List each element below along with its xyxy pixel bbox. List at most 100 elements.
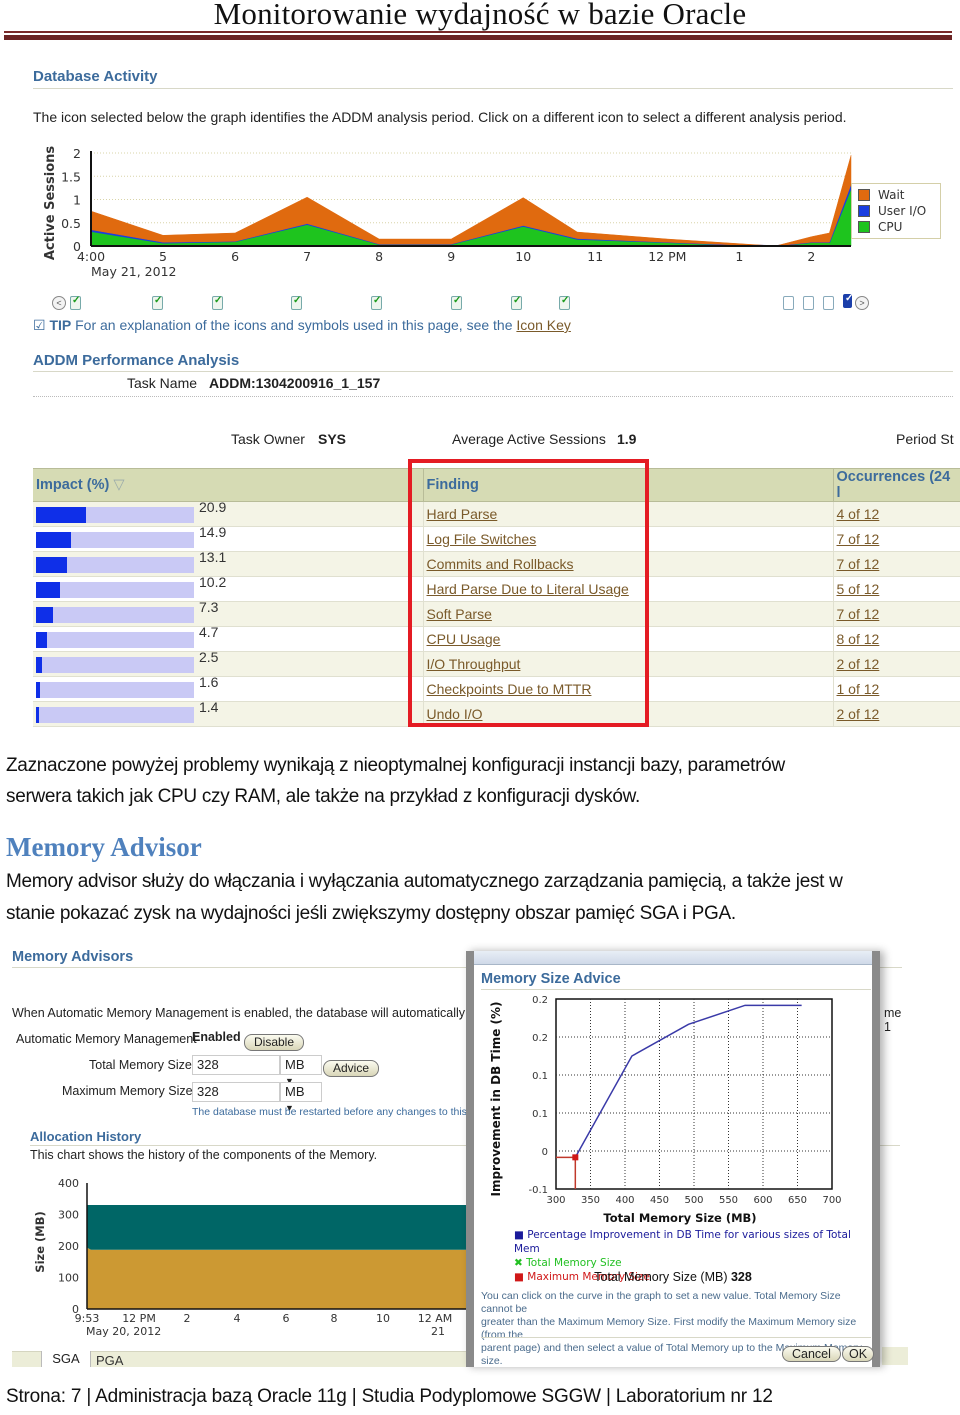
page-footer: Strona: 7 | Administracja bazą Oracle 11… [6, 1386, 773, 1407]
addm-period-icon[interactable] [511, 295, 522, 310]
addm-period-icon[interactable] [451, 295, 462, 310]
impact-bar [36, 606, 194, 623]
next-period-icon[interactable]: > [855, 296, 869, 310]
tab-pga[interactable]: PGA [96, 1353, 123, 1367]
x-tick-label: 2 [807, 249, 815, 264]
impact-bar-fill [36, 681, 40, 698]
chart-legend: Wait User I/O CPU [851, 183, 941, 239]
tab-sga[interactable]: SGA [41, 1351, 91, 1367]
memory-size-advice-heading: Memory Size Advice [481, 971, 621, 987]
memory-size-advice-chart[interactable]: 300 350 400 450 500 550 600 650 700 -0.1 0 0.1 0.1 0.… [474, 989, 872, 1239]
addm-period-icon[interactable] [291, 295, 302, 310]
disable-button[interactable]: Disable [244, 1034, 305, 1051]
impact-column-header[interactable]: Impact (%) ▽ [33, 468, 423, 502]
current-point-marker[interactable] [572, 1154, 579, 1161]
tip-line: ☑ TIP For an explanation of the icons an… [33, 317, 571, 334]
total-memory-unit-select[interactable]: MB ▼ [280, 1055, 322, 1086]
x-tick-label: 550 [719, 1195, 738, 1206]
y-tick-label: 2 [73, 146, 81, 161]
previous-period-icon[interactable]: < [52, 296, 66, 310]
occurrences-link[interactable]: 8 of 12 [837, 631, 880, 647]
y-tick-label: 1 [73, 193, 81, 208]
occurrences-link[interactable]: 7 of 12 [837, 606, 880, 622]
amm-intro: When Automatic Memory Management is enab… [12, 1006, 486, 1020]
x-tick-label: 9:53 [75, 1312, 100, 1325]
tip-text: For an explanation of the icons and symb… [75, 317, 513, 333]
amm-label: Automatic Memory Management [16, 1032, 197, 1046]
selected-period-icon[interactable] [843, 293, 853, 308]
impact-cell: 2.5 [33, 649, 423, 677]
occurrences-link[interactable]: 7 of 12 [837, 531, 880, 547]
impact-bar-fill [36, 531, 72, 548]
addm-period-icon[interactable] [70, 295, 81, 310]
plot-area [555, 998, 833, 1190]
empty-period-icon[interactable] [803, 296, 814, 310]
y-axis-label: Size (MB) [33, 1211, 47, 1272]
occurrences-link[interactable]: 4 of 12 [837, 506, 880, 522]
x-tick-label: 500 [684, 1195, 703, 1206]
occurrences-link[interactable]: 2 of 12 [837, 656, 880, 672]
y-tick-label: 0.2 [532, 1033, 548, 1044]
total-memory-input[interactable]: 328 [192, 1055, 280, 1075]
occurrences-link[interactable]: 2 of 12 [837, 706, 880, 722]
x-tick-label: 12 AM [418, 1312, 453, 1325]
impact-value: 13.1 [199, 549, 227, 566]
avg-sessions-label: Average Active Sessions [452, 431, 606, 447]
restart-note: The database must be restarted before an… [192, 1106, 481, 1118]
y-axis-label: Improvement in DB Time (%) [489, 1001, 503, 1196]
x-tick-label: 8 [331, 1312, 338, 1325]
section-rule [33, 371, 953, 372]
occurrences-cell: 4 of 12 [832, 501, 960, 527]
x-tick-label: 400 [615, 1195, 634, 1206]
x-tick-label: 650 [788, 1195, 807, 1206]
max-memory-input[interactable]: 328 [192, 1082, 280, 1102]
addm-period-icon[interactable] [212, 295, 223, 310]
occurrences-cell: 7 of 12 [832, 526, 960, 552]
memory-size-advice-dialog: Memory Size Advice 300 350 400 450 500 550 600… [466, 951, 880, 1367]
x-tick-label: 7 [303, 249, 311, 264]
x-tick-label: 600 [753, 1195, 772, 1206]
addm-period-icon[interactable] [371, 295, 382, 310]
x-tick-label: 12 PM [648, 249, 686, 264]
area-series-upper [87, 1205, 476, 1250]
paragraph-line: serwera takich jak CPU czy RAM, ale takż… [6, 786, 640, 807]
cancel-button[interactable]: Cancel [782, 1346, 841, 1362]
legend-item-wait: Wait [858, 187, 934, 203]
period-start-label: Period St [896, 431, 954, 447]
occurrences-link[interactable]: 1 of 12 [837, 681, 880, 697]
x-axis-date: May 20, 2012 [86, 1325, 161, 1338]
x-tick-label: 450 [650, 1195, 669, 1206]
y-tick-label: 200 [58, 1240, 79, 1253]
addm-period-icon[interactable] [559, 295, 570, 310]
y-tick-label: 0.1 [532, 1109, 548, 1120]
header-rule [4, 31, 952, 33]
max-memory-unit-select[interactable]: MB ▼ [280, 1082, 322, 1113]
addm-period-icon[interactable] [152, 295, 163, 310]
y-axis-label: Active Sessions [43, 146, 58, 261]
empty-period-icon[interactable] [823, 296, 834, 310]
impact-bar-fill [36, 631, 48, 648]
x-tick-label: 1 [735, 249, 743, 264]
x-axis-date: May 21, 2012 [91, 264, 176, 279]
ok-button[interactable]: OK [842, 1346, 875, 1362]
advice-button[interactable]: Advice [323, 1060, 380, 1077]
impact-cell: 1.6 [33, 674, 423, 702]
y-tick-label: 100 [58, 1272, 79, 1285]
highlight-box [408, 459, 649, 727]
occurrences-link[interactable]: 5 of 12 [837, 581, 880, 597]
avg-sessions-value: 1.9 [617, 431, 637, 447]
occurrences-link[interactable]: 7 of 12 [837, 556, 880, 572]
legend-item-total-memory: ✖ Total Memory Size [514, 1257, 622, 1269]
total-memory-summary: Total Memory Size (MB) 328 [594, 1270, 752, 1284]
icon-key-link[interactable]: Icon Key [516, 317, 570, 333]
impact-value: 20.9 [199, 499, 227, 516]
active-sessions-chart[interactable]: 00.511.524:00 5 6 7 8 9 10 11 12 PM 1 2 Active Ses… [36, 143, 856, 283]
impact-bar-fill [36, 506, 86, 523]
sort-descending-icon[interactable]: ▽ [113, 477, 124, 493]
memory-advisor-heading: Memory Advisor [6, 832, 202, 862]
dialog-titlebar[interactable] [474, 951, 872, 965]
x-tick-label: 2 [184, 1312, 191, 1325]
empty-period-icon[interactable] [783, 296, 794, 310]
legend-marker-icon: ✖ [514, 1257, 523, 1269]
legend-marker-icon: ■ [514, 1229, 524, 1241]
